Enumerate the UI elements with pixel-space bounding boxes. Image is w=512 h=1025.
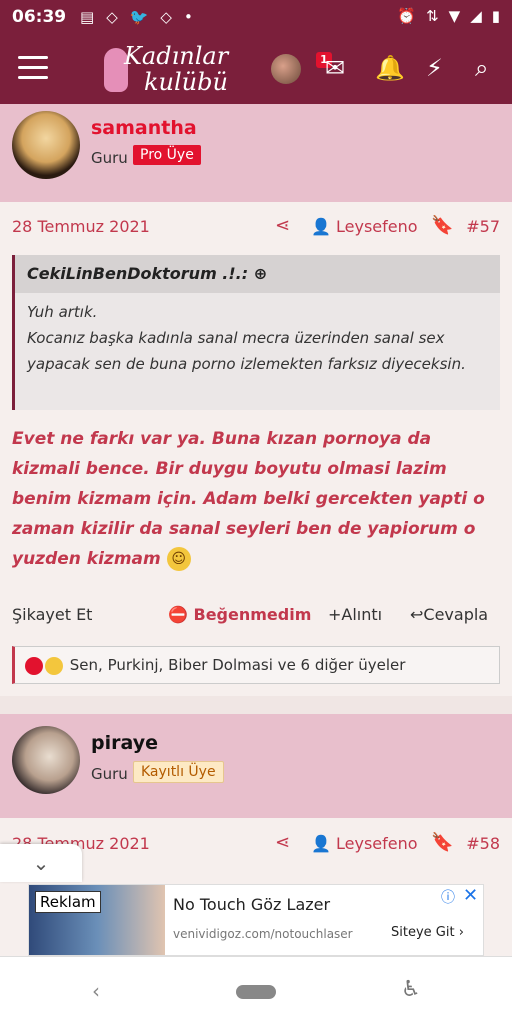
ad-cta-label: Siteye Git <box>391 925 455 940</box>
quote-block: CekiLinBenDoktorum .!.: ⊕ Yuh artık. Koc… <box>12 255 500 410</box>
post-date[interactable]: 28 Temmuz 2021 <box>12 217 150 236</box>
app-bar: Kadınlar kulübü 1 ✉ 🔔 ⚡ ⌕ <box>0 34 512 104</box>
quote-line: Kocanız başka kadınla sanal mecra üzerin… <box>27 329 466 373</box>
collapse-ad-button[interactable]: ⌄ <box>0 844 82 882</box>
signal-icon: ◢ <box>470 7 482 25</box>
post-separator <box>0 696 512 714</box>
info-icon[interactable]: ⓘ <box>441 887 455 907</box>
user-title: Guru <box>91 765 128 783</box>
notification-icon: ◇ <box>160 8 172 26</box>
post-actions: Şikayet Et ⛔ Beğenmedim +Alıntı ↩Cevapla <box>0 600 512 632</box>
chevron-down-icon: ⌄ <box>32 851 50 875</box>
post-number[interactable]: #58 <box>466 834 500 853</box>
quote-body: Yuh artık. Kocanız başka kadınla sanal m… <box>15 293 500 383</box>
bookmark-icon[interactable]: 🔖 <box>431 832 453 853</box>
post-meta: 28 Temmuz 2021 ⋖ 👤 Leysefeno 🔖 #57 <box>0 205 512 245</box>
post-message: Evet ne farkı var ya. Buna kızan pornoya… <box>12 424 500 574</box>
system-nav-bar: ‹ ♿ <box>0 956 512 1025</box>
close-icon[interactable]: ✕ <box>463 885 478 906</box>
status-bar: 06:39 ▤ ◇ 🐦 ◇ • ⏰ ⇅ ▼ ◢ ▮ <box>0 0 512 34</box>
dot-icon: • <box>183 8 193 26</box>
data-icon: ⇅ <box>426 7 439 25</box>
reaction-summary: Sen, Purkinj, Biber Dolmasi ve 6 diğer ü… <box>69 656 406 674</box>
avatar[interactable] <box>12 111 80 179</box>
username[interactable]: samantha <box>91 117 197 139</box>
notification-icon: ◇ <box>106 8 118 26</box>
ad-label: Reklam <box>35 891 101 913</box>
post-header: piraye Guru Kayıtlı Üye <box>0 714 512 818</box>
post-user-name: Leysefeno <box>336 217 418 236</box>
home-pill[interactable] <box>236 985 276 999</box>
user-avatar[interactable] <box>271 54 301 84</box>
battery-icon: ▮ <box>491 7 500 25</box>
quote-button[interactable]: +Alıntı <box>328 605 382 624</box>
reply-label: Cevapla <box>423 605 489 624</box>
dislike-reaction-icon <box>25 656 43 675</box>
inbox-icon[interactable]: ✉ <box>325 54 345 82</box>
ad-cta-button[interactable]: Siteye Git › <box>391 925 464 940</box>
lightning-icon[interactable]: ⚡ <box>426 54 443 82</box>
status-system: ⏰ ⇅ ▼ ◢ ▮ <box>397 7 500 25</box>
reactions-bar[interactable]: Sen, Purkinj, Biber Dolmasi ve 6 diğer ü… <box>12 646 500 684</box>
post-message-text: Evet ne farkı var ya. Buna kızan pornoya… <box>12 429 485 569</box>
post-header: samantha Guru Pro Üye <box>0 104 512 202</box>
ad-url[interactable]: venividigoz.com/notouchlaser <box>173 927 353 941</box>
role-badge: Kayıtlı Üye <box>133 761 224 783</box>
accessibility-icon[interactable]: ♿ <box>401 977 421 1002</box>
logo-text-2: kulübü <box>144 68 228 96</box>
status-time: 06:39 <box>12 7 67 27</box>
dislike-label: Beğenmedim <box>193 605 312 624</box>
share-icon[interactable]: ⋖ <box>275 832 290 853</box>
site-logo[interactable]: Kadınlar kulübü <box>104 42 244 98</box>
post-number[interactable]: #57 <box>466 217 500 236</box>
quote-line: Yuh artık. <box>27 303 98 321</box>
logo-text-1: Kadınlar <box>124 42 229 70</box>
dislike-button[interactable]: ⛔ Beğenmedim <box>168 605 311 624</box>
ad-title[interactable]: No Touch Göz Lazer <box>173 895 330 914</box>
ad-banner[interactable]: Reklam No Touch Göz Lazer venividigoz.co… <box>28 884 484 956</box>
status-notifications: ▤ ◇ 🐦 ◇ • <box>80 8 193 26</box>
user-title: Guru <box>91 149 128 167</box>
post-user-link[interactable]: 👤 Leysefeno <box>311 834 418 853</box>
post-user-link[interactable]: 👤 Leysefeno <box>311 217 418 236</box>
back-icon[interactable]: ‹ <box>92 979 100 1003</box>
reply-button[interactable]: ↩Cevapla <box>410 605 488 624</box>
bookmark-icon[interactable]: 🔖 <box>431 215 453 236</box>
twitter-icon: 🐦 <box>129 8 149 26</box>
arrow-up-circle-icon[interactable]: ⊕ <box>254 264 267 283</box>
wifi-icon: ▼ <box>448 7 461 25</box>
smile-emoji-icon: ☺ <box>166 547 191 571</box>
reply-icon: ↩ <box>410 605 424 624</box>
dislike-icon: ⛔ <box>168 605 188 624</box>
wow-reaction-icon <box>45 656 63 675</box>
report-button[interactable]: Şikayet Et <box>12 605 92 624</box>
avatar[interactable] <box>12 726 80 794</box>
menu-icon[interactable] <box>18 56 48 80</box>
alarm-icon: ⏰ <box>397 7 417 25</box>
quote-author: CekiLinBenDoktorum .!.: <box>27 264 249 283</box>
notification-icon: ▤ <box>80 8 95 26</box>
share-icon[interactable]: ⋖ <box>275 215 290 236</box>
role-badge: Pro Üye <box>133 145 201 165</box>
quote-label: Alıntı <box>341 605 383 624</box>
username[interactable]: piraye <box>91 732 158 754</box>
search-icon[interactable]: ⌕ <box>475 54 488 82</box>
quote-header[interactable]: CekiLinBenDoktorum .!.: ⊕ <box>15 255 500 293</box>
post-user-name: Leysefeno <box>336 834 418 853</box>
bell-icon[interactable]: 🔔 <box>375 54 405 82</box>
